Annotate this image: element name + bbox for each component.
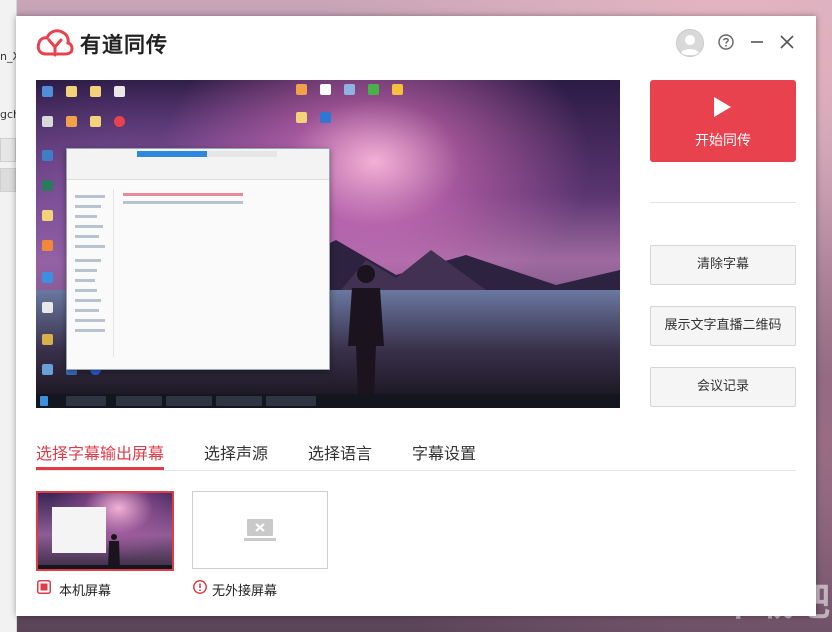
desktop-shortcut-icon — [392, 84, 403, 95]
local-screen-thumbnail — [38, 493, 172, 569]
preview-line — [75, 289, 97, 292]
desktop-shortcut-icon — [42, 116, 53, 127]
app-window: 有道同传 开始同传 清除字幕 展示文字直播二维码 会议记录 选择字幕输出屏幕 选… — [16, 16, 816, 616]
preview-ribbon-tab — [207, 151, 277, 157]
preview-line — [75, 329, 105, 332]
background-text-fragment: n_X — [0, 50, 16, 63]
desktop-shortcut-icon — [114, 116, 125, 127]
background-input-fragment — [0, 138, 16, 162]
preview-line — [75, 319, 105, 322]
tab-subtitle-settings[interactable]: 字幕设置 — [412, 440, 476, 464]
desktop-shortcut-icon — [90, 116, 101, 127]
settings-tabs: 选择字幕输出屏幕 选择声源 选择语言 字幕设置 — [36, 436, 796, 471]
preview-explorer-sidebar — [67, 189, 114, 357]
preview-line — [75, 195, 105, 198]
preview-explorer-toolbar — [67, 149, 329, 180]
thumbnail-silhouette — [108, 534, 120, 569]
desktop-shortcut-icon — [42, 334, 53, 345]
desktop-shortcut-icon — [42, 364, 53, 375]
desktop-shortcut-icon — [296, 84, 307, 95]
preview-line — [75, 235, 99, 238]
external-screen-option[interactable] — [192, 491, 328, 569]
desktop-shortcut-icon — [42, 150, 53, 161]
preview-line — [75, 225, 103, 228]
start-interpretation-label: 开始同传 — [695, 133, 751, 149]
checkbox-checked-icon[interactable] — [37, 580, 51, 594]
close-icon[interactable] — [778, 33, 796, 51]
preview-taskbar-item — [166, 396, 212, 406]
user-avatar-icon[interactable] — [676, 29, 704, 57]
clear-subtitles-button[interactable]: 清除字幕 — [650, 245, 796, 285]
desktop-shortcut-icon — [320, 112, 331, 123]
warning-circle-icon — [193, 580, 207, 594]
thumbnail-taskbar — [38, 565, 172, 569]
active-tab-indicator — [36, 467, 164, 470]
desktop-shortcut-icon — [42, 86, 53, 97]
tab-subtitle-output-screen[interactable]: 选择字幕输出屏幕 — [36, 440, 164, 464]
preview-line — [75, 259, 101, 262]
app-title: 有道同传 — [80, 33, 168, 57]
preview-file-explorer — [66, 148, 330, 370]
preview-ribbon-tab — [137, 151, 207, 157]
preview-line — [75, 279, 95, 282]
desktop-shortcut-icon — [42, 180, 53, 191]
thumbnail-window — [52, 507, 106, 553]
preview-line — [75, 245, 105, 248]
preview-taskbar — [36, 394, 620, 408]
help-circle-icon[interactable] — [717, 33, 735, 51]
divider — [650, 202, 796, 203]
desktop-shortcut-icon — [90, 86, 101, 97]
preview-taskbar-item — [266, 396, 316, 406]
desktop-shortcut-icon — [42, 272, 53, 283]
preview-line — [75, 309, 99, 312]
minimize-icon[interactable] — [748, 33, 766, 51]
preview-line — [75, 205, 101, 208]
preview-clock — [576, 396, 612, 406]
desktop-shortcut-icon — [114, 86, 125, 97]
desktop-shortcut-icon — [42, 240, 53, 251]
preview-line — [75, 299, 101, 302]
desktop-shortcut-icon — [42, 210, 53, 221]
desktop-shortcut-icon — [320, 84, 331, 95]
no-display-icon — [244, 519, 276, 541]
preview-start-button — [40, 396, 48, 406]
preview-taskbar-item — [116, 396, 162, 406]
local-screen-label: 本机屏幕 — [59, 584, 112, 599]
preview-person-silhouette — [348, 265, 384, 396]
meeting-record-button[interactable]: 会议记录 — [650, 367, 796, 407]
preview-line — [75, 269, 97, 272]
tab-language[interactable]: 选择语言 — [308, 440, 372, 464]
desktop-shortcut-icon — [368, 84, 379, 95]
screen-preview — [36, 80, 620, 408]
tab-audio-source[interactable]: 选择声源 — [204, 440, 268, 464]
preview-taskbar-item — [66, 396, 106, 406]
background-input-fragment — [0, 168, 16, 192]
desktop-shortcut-icon — [66, 86, 77, 97]
desktop-shortcut-icon — [66, 116, 77, 127]
show-qr-code-button[interactable]: 展示文字直播二维码 — [650, 306, 796, 346]
start-interpretation-button[interactable]: 开始同传 — [650, 80, 796, 162]
external-screen-label: 无外接屏幕 — [212, 584, 278, 599]
title-bar: 有道同传 — [16, 16, 816, 72]
youdao-logo-icon — [36, 29, 74, 57]
play-icon — [714, 97, 731, 117]
desktop-shortcut-icon — [296, 112, 307, 123]
preview-taskbar-item — [216, 396, 262, 406]
desktop-shortcut-icon — [344, 84, 355, 95]
preview-line — [123, 193, 243, 196]
desktop-shortcut-icon — [42, 302, 53, 313]
preview-line — [75, 215, 97, 218]
background-window-strip: n_X gch — [0, 0, 17, 632]
preview-line — [123, 201, 243, 204]
local-screen-option[interactable] — [36, 491, 174, 571]
background-text-fragment: gch — [0, 108, 16, 121]
